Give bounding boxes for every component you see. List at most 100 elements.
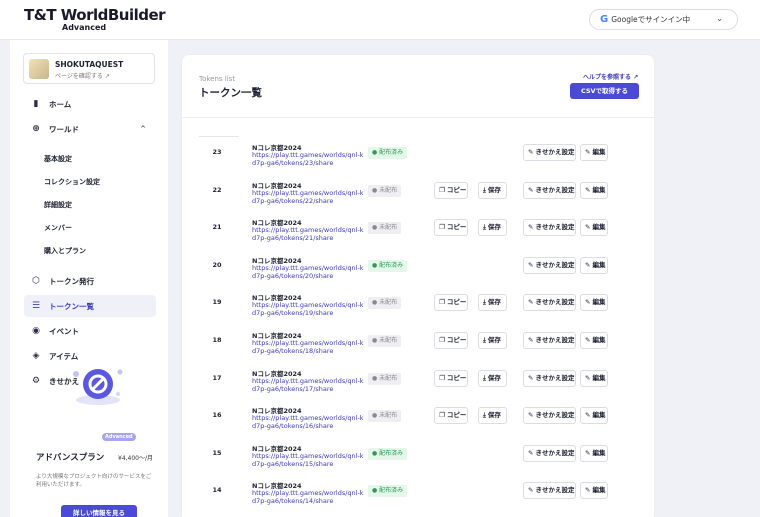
table-row: 17 Nコレ京都2024 https://play.ttt.games/worlds… [182,362,654,399]
save-button[interactable]: ⤓ 保存 [478,219,507,237]
download-icon: ⤓ [483,336,486,344]
pencil-icon: ✎ [528,223,534,232]
status-badge: ● 配布済み [368,485,408,498]
page-title: トークン一覧 [199,87,262,99]
promo-description: より大規模なプロジェクト向けのサービスをご利用いただけます。 [36,474,152,488]
sidebar-item-collection[interactable]: コレクション設定 [44,177,100,187]
google-icon: G [600,14,609,25]
copy-icon: ❐ [439,373,445,382]
token-share-link[interactable]: https://play.ttt.games/worlds/qnl-kd7p-g… [252,489,364,505]
copy-icon: ❐ [439,336,445,344]
external-link-icon: ↗ [633,74,639,81]
token-share-link[interactable]: https://play.ttt.games/worlds/qnl-kd7p-g… [252,189,364,205]
sidebar-item-member[interactable]: メンバー [44,223,72,233]
sidebar-item-event[interactable]: ◉ イベント [24,320,156,342]
token-share-link[interactable]: https://play.ttt.games/worlds/qnl-kd7p-g… [252,452,364,468]
table-row: 15 Nコレ京都2024 https://play.ttt.games/worlds… [182,437,654,474]
pencil-icon: ✎ [585,486,591,495]
copy-button[interactable]: ❐ コピー [434,294,468,312]
token-id: 14 [212,486,222,495]
save-button[interactable]: ⤓ 保存 [478,407,507,425]
project-name: SHOKUTAQUEST [55,60,124,69]
edit-button[interactable]: ✎ 編集 [580,256,608,274]
sidebar-item-basic[interactable]: 基本設定 [44,154,72,164]
app-logo[interactable]: T&T WorldBuilder [24,6,166,24]
token-share-link[interactable]: https://play.ttt.games/worlds/qnl-kd7p-g… [252,377,364,393]
edit-button[interactable]: ✎ 編集 [580,181,608,199]
status-badge: ● 未配布 [368,410,402,423]
outfit-setting-button[interactable]: ✎ きせかえ設定 [523,332,576,349]
token-share-link[interactable]: https://play.ttt.games/worlds/qnl-kd7p-g… [252,339,364,355]
project-view-link[interactable]: ページを確認する ↗ [55,71,110,80]
edit-button[interactable]: ✎ 編集 [580,407,608,425]
status-badge: ● 未配布 [368,222,402,235]
token-share-link[interactable]: https://play.ttt.games/worlds/qnl-kd7p-g… [252,301,364,317]
help-link[interactable]: ヘルプを参照する ↗ [583,72,638,81]
pencil-icon: ✎ [585,373,591,382]
status-badge: ● 未配布 [368,335,402,347]
sidebar-item-world[interactable]: ⊕ ワールド ^ [24,118,156,140]
outfit-setting-button[interactable]: ✎ きせかえ設定 [523,407,576,425]
outfit-setting-button[interactable]: ✎ きせかえ設定 [523,219,576,237]
hexagon-icon: ⬡ [32,276,40,286]
edit-button[interactable]: ✎ 編集 [580,482,608,500]
edit-button[interactable]: ✎ 編集 [580,369,608,387]
outfit-setting-button[interactable]: ✎ きせかえ設定 [523,482,576,500]
sidebar-item-detail[interactable]: 詳細設定 [44,200,72,210]
edit-button[interactable]: ✎ 編集 [580,444,608,462]
copy-button[interactable]: ❐ コピー [434,369,468,387]
token-id: 17 [212,373,222,382]
google-account-button[interactable]: G Googleでサインイン中 ⌄ [589,9,738,30]
download-icon: ⤓ [483,223,486,232]
outfit-setting-button[interactable]: ✎ きせかえ設定 [523,294,576,312]
pencil-icon: ✎ [585,448,591,457]
promo-details-button[interactable]: 詳しい情報を見る [61,505,137,517]
sidebar-item-home[interactable]: ▮ ホーム [24,93,156,115]
project-card[interactable]: SHOKUTAQUEST ページを確認する ↗ [23,53,155,84]
edit-button[interactable]: ✎ 編集 [580,144,608,161]
status-badge: ● 未配布 [368,372,402,385]
pencil-icon: ✎ [528,411,534,420]
save-button[interactable]: ⤓ 保存 [478,369,507,387]
edit-button[interactable]: ✎ 編集 [580,219,608,237]
sidebar-item-purchase[interactable]: 購入とプラン [44,246,86,256]
copy-button[interactable]: ❐ コピー [434,219,468,237]
copy-button[interactable]: ❐ コピー [434,181,468,199]
token-id: 15 [212,448,222,457]
google-signin-label: Googleでサインイン中 [611,15,691,24]
save-button[interactable]: ⤓ 保存 [478,294,507,312]
promo-illustration [73,369,123,405]
outfit-setting-button[interactable]: ✎ きせかえ設定 [523,181,576,199]
copy-icon: ❐ [439,223,445,232]
save-button[interactable]: ⤓ 保存 [478,181,507,199]
globe-icon: ⊕ [32,124,40,134]
csv-download-button[interactable]: CSVで取得する [570,83,639,99]
copy-button[interactable]: ❐ コピー [434,332,468,349]
pencil-icon: ✎ [528,185,534,194]
list-icon: ☰ [31,301,41,311]
token-share-link[interactable]: https://play.ttt.games/worlds/qnl-kd7p-g… [252,151,364,167]
edit-button[interactable]: ✎ 編集 [580,294,608,312]
sidebar-item-token-issue[interactable]: ⬡ トークン発行 [24,270,156,292]
pencil-icon: ✎ [585,336,591,344]
pencil-icon: ✎ [528,373,534,382]
table-row: 20 Nコレ京都2024 https://play.ttt.games/worlds… [182,249,654,286]
token-share-link[interactable]: https://play.ttt.games/worlds/qnl-kd7p-g… [252,414,364,430]
outfit-setting-button[interactable]: ✎ きせかえ設定 [523,369,576,387]
pencil-icon: ✎ [585,411,591,420]
download-icon: ⤓ [483,411,486,420]
outfit-setting-button[interactable]: ✎ きせかえ設定 [523,256,576,274]
copy-button[interactable]: ❐ コピー [434,407,468,425]
token-share-link[interactable]: https://play.ttt.games/worlds/qnl-kd7p-g… [252,264,364,280]
table-row: 21 Nコレ京都2024 https://play.ttt.games/worlds… [182,211,654,248]
sidebar-item-token-list[interactable]: ☰ トークン一覧 [24,295,156,317]
pencil-icon: ✎ [528,336,534,344]
page-subtitle: Tokens list [199,75,236,83]
token-share-link[interactable]: https://play.ttt.games/worlds/qnl-kd7p-g… [252,226,364,242]
external-link-icon: ↗ [104,73,110,80]
outfit-setting-button[interactable]: ✎ きせかえ設定 [523,144,576,161]
outfit-setting-button[interactable]: ✎ きせかえ設定 [523,444,576,462]
save-button[interactable]: ⤓ 保存 [478,332,507,349]
pencil-icon: ✎ [585,185,591,194]
edit-button[interactable]: ✎ 編集 [580,332,608,349]
